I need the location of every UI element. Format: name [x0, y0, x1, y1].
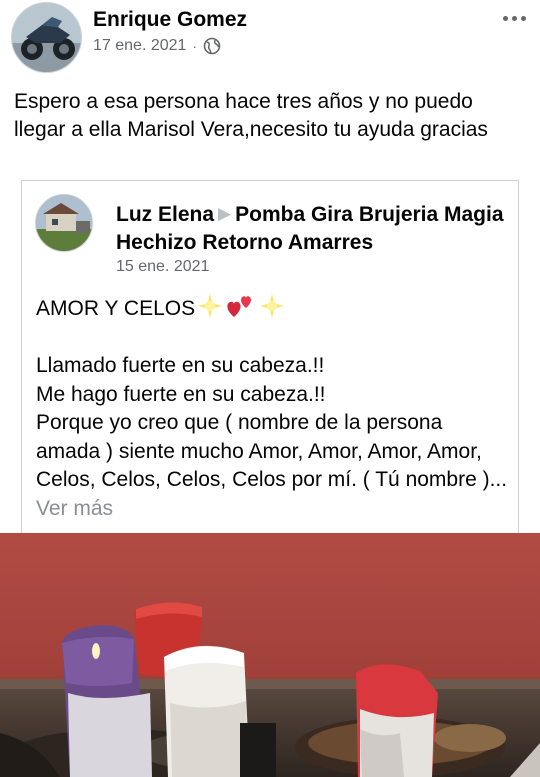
post-header: Enrique Gomez 17 ene. 2021 · — [0, 0, 540, 80]
candles-image — [0, 533, 540, 777]
heading-emojis — [197, 293, 287, 319]
shared-post-body: AMOR Y CELOS Llamado fuerte en su cabeza… — [36, 293, 510, 523]
shared-line-3-text: Porque yo creo que ( nombre de la person… — [36, 411, 508, 491]
shared-heading-line: AMOR Y CELOS — [36, 293, 510, 324]
meta-separator: · — [192, 38, 198, 54]
shared-line-3: Porque yo creo que ( nombre de la person… — [36, 409, 510, 523]
hearts-emoji — [227, 296, 252, 317]
shared-post-date[interactable]: 15 ene. 2021 — [116, 258, 209, 276]
see-more-link[interactable]: Ver más — [36, 497, 113, 520]
motorcycle-photo-icon — [12, 3, 81, 72]
shared-post-header: Luz Elena ▶ Pomba Gira Brujeria Magia Hech… — [116, 200, 506, 257]
more-options-button[interactable] — [503, 16, 526, 21]
post-author-name[interactable]: Enrique Gomez — [93, 8, 247, 32]
post-date[interactable]: 17 ene. 2021 — [93, 37, 186, 55]
post-text: Espero a esa persona hace tres años y no… — [14, 90, 488, 141]
more-options-icon — [503, 16, 508, 21]
shared-author-name[interactable]: Luz Elena — [116, 203, 214, 226]
shared-line-1: Llamado fuerte en su cabeza.!! — [36, 354, 325, 377]
sparkle-emoji — [198, 294, 223, 318]
sparkle-emoji — [260, 294, 285, 318]
candles-photo[interactable] — [0, 533, 540, 777]
house-photo-icon — [36, 195, 92, 251]
shared-line-2: Me hago fuerte en su cabeza.!! — [36, 382, 326, 406]
shared-post-card[interactable]: Luz Elena ▶ Pomba Gira Brujeria Magia Hech… — [21, 180, 519, 533]
shared-author-avatar[interactable] — [35, 194, 93, 252]
shared-heading: AMOR Y CELOS — [36, 297, 196, 320]
globe-icon — [203, 37, 221, 55]
post-meta: 17 ene. 2021 · — [93, 37, 221, 55]
triangle-right-icon: ▶ — [218, 204, 232, 223]
author-avatar[interactable] — [11, 2, 82, 73]
